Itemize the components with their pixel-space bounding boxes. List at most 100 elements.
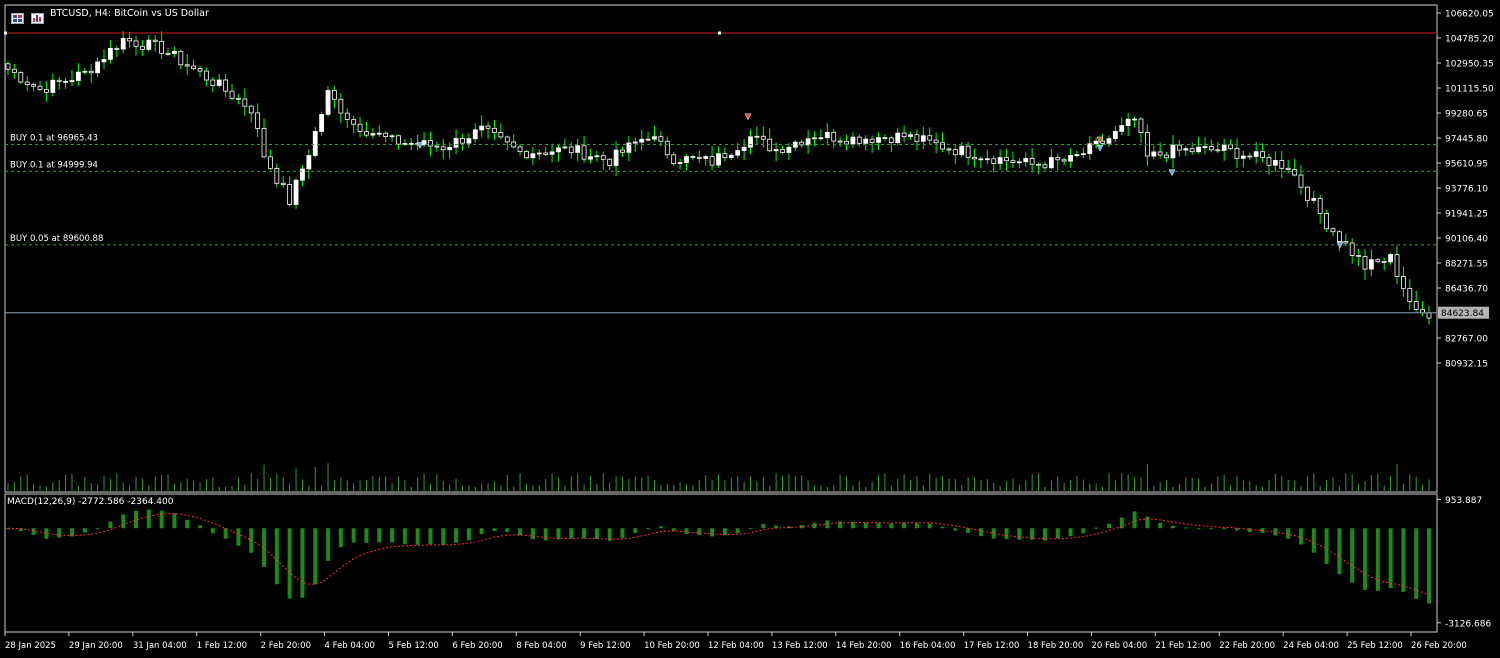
candle-body [498,132,504,138]
candle-body [1388,254,1393,263]
chart-canvas[interactable]: 106620.05 104785.20 102950.35 101115.50 9928… [0,0,1500,658]
macd-hist-bar [1337,528,1342,575]
candle-body [1106,138,1112,144]
candle-body [1336,231,1342,242]
candle-body [805,138,811,146]
trade-marker-icon [744,113,752,121]
candle-body [1093,140,1099,145]
price-tick-label: 104785.20 [1445,35,1494,45]
candle-body [703,156,709,159]
macd-hist-bar [530,528,535,540]
macd-hist-bar [1401,528,1406,592]
candle-body [1221,144,1227,151]
macd-hist-bar [646,528,651,530]
candle-body [978,158,984,161]
candle-body [722,153,728,159]
candle-body [280,182,286,185]
candle-body [671,154,677,164]
candle-body [1036,163,1041,166]
candle-body [120,38,126,50]
macd-hist-bar [1183,527,1188,529]
candle-body [306,155,312,170]
macd-pane-frame [4,493,1438,633]
candle-body [1426,312,1432,319]
candle-body [50,79,56,93]
candle-body [594,155,600,158]
macd-hist-bar [479,528,484,535]
candle-body [786,146,792,153]
macd-hist-bar [454,528,459,543]
candle-body [287,184,293,205]
candle-body [1330,228,1336,233]
time-tick-label: 2 Feb 20:00 [261,641,311,651]
macd-hist-bar [466,528,471,541]
candle-body [364,131,369,136]
candle-body [293,179,299,205]
candle-body [472,129,478,140]
candle-body [658,136,664,142]
macd-hist-bar [1209,528,1214,530]
candle-body [1253,151,1259,157]
candle-body [908,134,913,137]
candle-body [1023,157,1029,163]
candle-body [319,113,325,132]
candle-body [504,136,510,143]
candle-body [1132,118,1137,121]
candle-body [1394,254,1400,277]
candle-body [863,138,869,144]
candle-body [1247,155,1253,158]
candle-body [735,150,741,156]
macd-hist-bar [978,528,983,537]
candle-body [485,125,491,129]
macd-hist-bar [236,528,241,546]
time-tick-label: 12 Feb 04:00 [708,641,764,651]
macd-hist-bar [1375,528,1380,591]
candle-body [1304,186,1310,201]
macd-hist-bar [582,528,587,539]
macd-hist-bar [940,526,945,529]
macd-hist-bar [377,528,382,543]
candle-body [728,154,734,159]
candle-body [575,145,581,153]
macd-hist-bar [57,528,62,538]
candle-body [1196,146,1201,153]
macd-hist-bar [914,523,919,529]
macd-hist-bar [1311,528,1316,553]
candle-body [1279,160,1285,169]
candle-body [1368,259,1374,270]
macd-hist-bar [1298,528,1303,545]
candle-body [760,135,766,140]
macd-hist-bar [95,528,100,530]
time-tick-label: 29 Jan 20:00 [69,641,123,651]
order-label: BUY 0.1 at 94999.94 [10,160,98,170]
macd-signal-line [7,513,1430,596]
macd-hist-bar [594,528,599,540]
candle-body [588,156,593,160]
candle-body [741,146,747,151]
candle-body [37,85,43,90]
macd-hist-bar [761,524,766,529]
candle-body [1260,151,1265,158]
candle-body [229,90,235,99]
candle-body [146,39,152,50]
candle-body [428,140,433,147]
macd-hist-bar [633,528,638,534]
candle-body [1285,167,1291,170]
price-tick-label: 86436.70 [1445,285,1488,295]
macd-hist-bar [364,528,369,543]
candle-body [1400,276,1406,289]
candle-body [108,48,113,60]
macd-hist-bar [1196,528,1201,530]
candle-body [869,138,875,143]
macd-hist-bar [1106,523,1111,529]
volumes [7,463,1430,491]
macd-hist-bar [966,528,971,533]
candle-body [95,61,101,74]
macd-hist-bar [556,528,561,540]
macd-hist-bar [1414,528,1419,599]
candle-body [818,137,824,140]
candle-body [1240,155,1246,159]
candle-body [824,131,830,139]
chart-window[interactable]: BTCUSD, H4: BitCoin vs US Dollar MACD(12… [0,0,1500,658]
macd-hist-bar [159,510,164,529]
